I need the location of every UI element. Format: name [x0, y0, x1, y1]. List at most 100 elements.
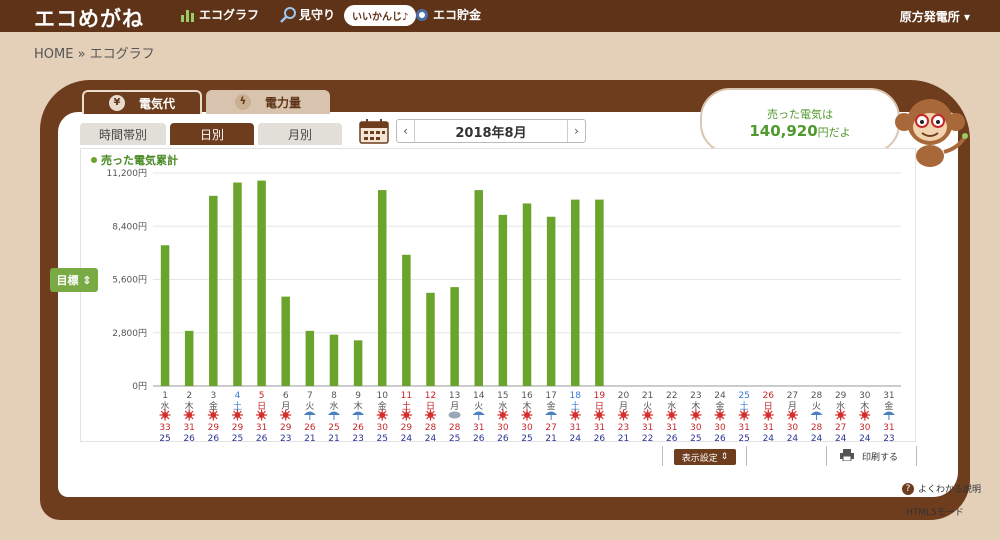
- sun-icon: [159, 409, 171, 421]
- updown-icon: ⇕: [78, 273, 92, 287]
- high-temp-label: 31: [256, 423, 267, 433]
- x-tick-label: 20: [618, 391, 630, 401]
- weekday-label: 火: [812, 401, 821, 412]
- x-tick-label: 31: [883, 391, 894, 401]
- current-month: 2018年8月: [455, 125, 527, 141]
- breadcrumb[interactable]: HOME » エコグラフ: [34, 43, 155, 62]
- x-tick-label: 24: [714, 391, 726, 401]
- x-tick-label: 1: [162, 391, 168, 401]
- bar: [233, 182, 242, 386]
- sun-icon: [569, 409, 581, 421]
- high-temp-label: 31: [642, 423, 653, 433]
- plant-selector[interactable]: 原方発電所 ▾: [900, 8, 970, 25]
- nav-eco-savings-label: エコ貯金: [433, 8, 482, 22]
- bar: [305, 330, 315, 386]
- bar: [595, 199, 604, 386]
- x-tick-label: 28: [811, 391, 823, 401]
- sun-icon: [497, 409, 509, 421]
- sold-electricity-bubble: 売った電気は 140,920円だよ: [700, 88, 900, 154]
- print-button[interactable]: 印刷する: [840, 449, 898, 464]
- tab-electricity-cost[interactable]: ¥ 電気代: [82, 90, 202, 114]
- divider: [746, 446, 747, 466]
- help-link[interactable]: ? よくわかる説明: [902, 482, 981, 495]
- x-tick-label: 9: [355, 391, 361, 401]
- nav-mimamori[interactable]: 見守り: [280, 6, 335, 23]
- high-temp-label: 23: [618, 423, 629, 433]
- x-tick-label: 4: [235, 391, 241, 401]
- high-temp-label: 31: [183, 423, 194, 433]
- x-tick-label: 23: [690, 391, 701, 401]
- sun-icon: [521, 409, 533, 421]
- high-temp-label: 30: [690, 423, 702, 433]
- sun-icon: [400, 409, 412, 421]
- divider: [826, 446, 827, 466]
- bar-graph-icon: [180, 7, 196, 23]
- bar: [209, 195, 218, 386]
- y-tick-label: 2,800円: [112, 328, 147, 339]
- nav-eco-graph[interactable]: エコグラフ: [180, 6, 259, 23]
- bar: [571, 199, 580, 386]
- chevron-down-icon: ▾: [963, 10, 970, 24]
- status-bubble: いいかんじ♪: [344, 5, 417, 26]
- display-settings-button[interactable]: 表示設定 ⇕: [674, 449, 736, 465]
- low-temp-label: 26: [714, 434, 726, 443]
- nav-eco-savings[interactable]: エコ貯金: [414, 6, 481, 23]
- low-temp-label: 26: [208, 434, 220, 443]
- app-logo[interactable]: エコめがね: [34, 3, 144, 33]
- next-month-button[interactable]: ›: [567, 120, 585, 142]
- low-temp-label: 25: [232, 434, 243, 443]
- bar: [426, 292, 435, 386]
- yen-icon: ¥: [108, 95, 125, 111]
- chart-area: 売った電気累計 0円 2,800円 5,600円 8,400円 11,200円 1 水 33 25…: [80, 148, 916, 443]
- goal-button[interactable]: 目標 ⇕: [50, 268, 98, 292]
- calendar-icon[interactable]: [358, 118, 390, 144]
- high-temp-label: 30: [714, 423, 726, 433]
- high-temp-label: 31: [763, 423, 774, 433]
- x-tick-label: 16: [521, 391, 533, 401]
- bar: [257, 180, 266, 386]
- high-temp-label: 29: [232, 423, 244, 433]
- weekday-label: 木: [354, 400, 363, 412]
- sold-electricity-label: 売った電気は: [767, 108, 833, 121]
- tab-daily[interactable]: 日別: [170, 123, 254, 145]
- nav-eco-graph-label: エコグラフ: [199, 8, 260, 22]
- low-temp-label: 26: [497, 434, 509, 443]
- y-tick-label: 5,600円: [112, 275, 147, 286]
- date-navigator: ‹ 2018年8月 ›: [396, 119, 586, 143]
- x-tick-label: 5: [259, 391, 265, 401]
- sun-icon: [231, 409, 243, 421]
- sun-icon: [618, 409, 630, 421]
- high-temp-label: 31: [883, 423, 894, 433]
- legend-label: 売った電気累計: [101, 153, 178, 167]
- low-temp-label: 21: [545, 434, 556, 443]
- low-temp-label: 24: [425, 434, 437, 443]
- x-tick-label: 30: [859, 391, 871, 401]
- printer-icon: [840, 449, 862, 464]
- tab-electric-energy[interactable]: ϟ 電力量: [206, 90, 330, 114]
- bar: [377, 190, 387, 386]
- umbrella-icon: [545, 411, 558, 415]
- high-temp-label: 28: [449, 423, 461, 433]
- low-temp-label: 25: [521, 434, 532, 443]
- low-temp-label: 25: [690, 434, 701, 443]
- tab-monthly[interactable]: 月別: [258, 123, 342, 145]
- bar: [546, 216, 556, 386]
- low-temp-label: 24: [401, 434, 413, 443]
- html5-mode-link[interactable]: HTML5モード: [906, 505, 964, 518]
- tab-hourly[interactable]: 時間帯別: [80, 123, 166, 145]
- high-temp-label: 27: [835, 423, 846, 433]
- bar: [329, 334, 339, 386]
- cloud-icon: [448, 411, 461, 419]
- x-tick-label: 13: [449, 391, 460, 401]
- prev-month-button[interactable]: ‹: [397, 120, 415, 142]
- umbrella-icon: [352, 411, 365, 415]
- x-tick-label: 7: [307, 391, 313, 401]
- x-tick-label: 22: [666, 391, 677, 401]
- low-temp-label: 21: [304, 434, 315, 443]
- high-temp-label: 29: [208, 423, 220, 433]
- sun-icon: [183, 409, 195, 421]
- high-temp-label: 27: [545, 423, 556, 433]
- low-temp-label: 26: [594, 434, 606, 443]
- tab-electric-energy-label: 電力量: [264, 95, 301, 110]
- low-temp-label: 26: [473, 434, 485, 443]
